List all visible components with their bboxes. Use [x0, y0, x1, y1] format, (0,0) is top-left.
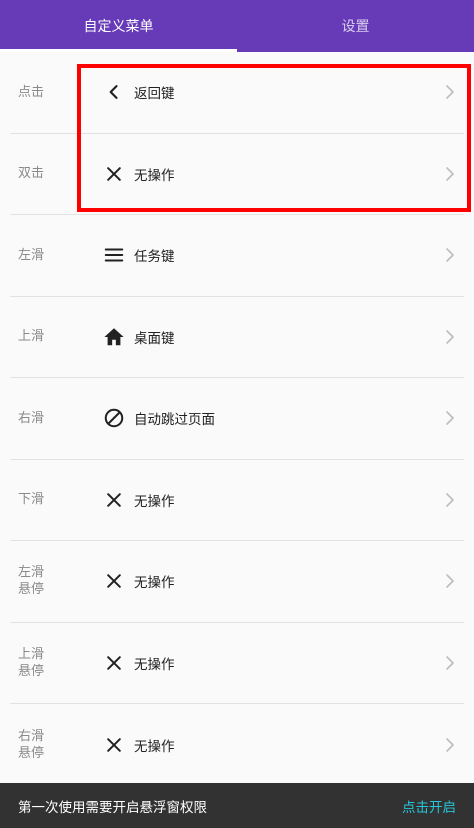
gesture-row-tap[interactable]: 点击 返回键	[10, 52, 464, 134]
gesture-row-swipe-up-hold[interactable]: 上滑 悬停 无操作	[10, 623, 464, 704]
close-icon	[102, 733, 126, 757]
action-label: 任务键	[134, 249, 175, 266]
close-icon	[102, 488, 126, 512]
tab-custom-menu-label: 自定义菜单	[83, 19, 154, 35]
snackbar: 第一次使用需要开启悬浮窗权限 点击开启	[0, 783, 474, 828]
gesture-row-swipe-left-hold[interactable]: 左滑 悬停 无操作	[10, 541, 464, 623]
gesture-row-double-tap[interactable]: 双击 无操作	[10, 134, 464, 215]
chevron-right-icon	[444, 655, 456, 671]
home-icon	[102, 325, 126, 349]
chevron-right-icon	[444, 492, 456, 508]
gesture-row-swipe-left[interactable]: 左滑 任务键	[10, 215, 464, 297]
gesture-row-swipe-up[interactable]: 上滑 桌面键	[10, 297, 464, 378]
gesture-row-swipe-down[interactable]: 下滑 无操作	[10, 460, 464, 541]
close-icon	[102, 569, 126, 593]
chevron-left-icon	[102, 80, 126, 104]
action-label: 无操作	[134, 738, 175, 755]
snackbar-message: 第一次使用需要开启悬浮窗权限	[18, 799, 207, 816]
gesture-label: 双击	[18, 166, 45, 182]
gesture-label: 左滑 悬停	[18, 565, 45, 598]
gesture-row-swipe-right[interactable]: 右滑 自动跳过页面	[10, 378, 464, 460]
chevron-right-icon	[444, 166, 456, 182]
chevron-right-icon	[444, 84, 456, 100]
chevron-right-icon	[444, 573, 456, 589]
tab-bar: 自定义菜单 设置	[0, 0, 474, 52]
gesture-label: 上滑	[18, 329, 45, 345]
close-icon	[102, 162, 126, 186]
tab-settings[interactable]: 设置	[237, 0, 474, 52]
gesture-label: 右滑 悬停	[18, 728, 45, 761]
chevron-right-icon	[444, 410, 456, 426]
block-icon	[102, 406, 126, 430]
gesture-row-swipe-right-hold[interactable]: 右滑 悬停 无操作	[10, 704, 464, 786]
action-label: 自动跳过页面	[134, 412, 215, 429]
gesture-label: 左滑	[18, 247, 45, 263]
action-label: 无操作	[134, 493, 175, 510]
tab-settings-label: 设置	[341, 19, 370, 35]
gesture-label: 点击	[18, 84, 45, 100]
gesture-list: 点击 返回键 双击 无操作 左滑 任务键 上滑 桌面键 右滑 自动跳过页面 下滑…	[0, 52, 474, 786]
chevron-right-icon	[444, 737, 456, 753]
action-label: 无操作	[134, 656, 175, 673]
action-label: 桌面键	[134, 330, 175, 347]
close-icon	[102, 651, 126, 675]
chevron-right-icon	[444, 329, 456, 345]
menu-icon	[102, 243, 126, 267]
action-label: 无操作	[134, 575, 175, 592]
gesture-label: 上滑 悬停	[18, 646, 45, 679]
gesture-label: 右滑	[18, 410, 45, 426]
chevron-right-icon	[444, 247, 456, 263]
gesture-label: 下滑	[18, 492, 45, 508]
tab-custom-menu[interactable]: 自定义菜单	[0, 0, 237, 52]
enable-permission-button[interactable]: 点击开启	[402, 796, 456, 816]
action-label: 返回键	[134, 86, 175, 103]
action-label: 无操作	[134, 167, 175, 184]
